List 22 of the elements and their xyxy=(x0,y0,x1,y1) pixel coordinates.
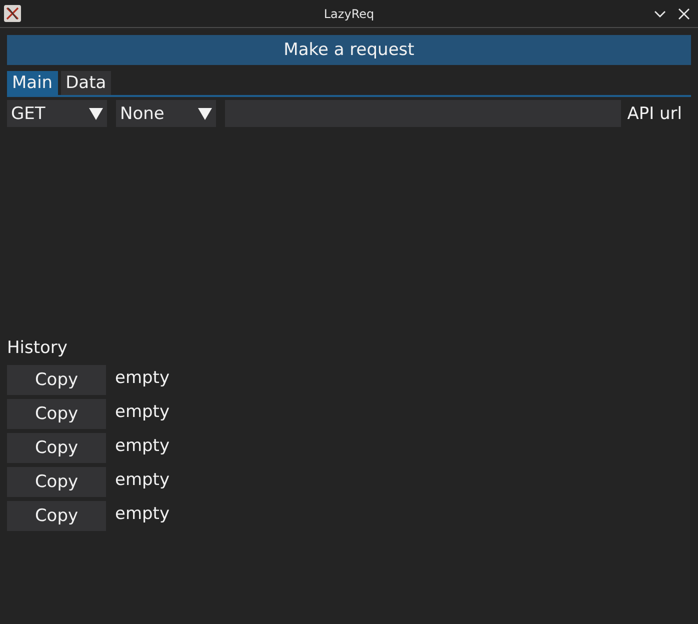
url-label: API url xyxy=(627,104,682,124)
copy-button[interactable]: Copy xyxy=(7,365,106,395)
auth-dropdown[interactable]: None xyxy=(116,100,216,127)
method-dropdown[interactable]: GET xyxy=(7,100,107,127)
copy-button[interactable]: Copy xyxy=(7,399,106,429)
history-heading: History xyxy=(7,337,68,359)
dropdown-caret-icon xyxy=(89,108,103,120)
close-icon[interactable] xyxy=(678,8,690,20)
history-entry-text: empty xyxy=(115,401,170,424)
tab[interactable]: Main xyxy=(7,71,58,95)
history-entry-text: empty xyxy=(115,367,170,390)
tab[interactable]: Data xyxy=(60,71,112,95)
copy-button[interactable]: Copy xyxy=(7,433,106,463)
window-title: LazyReq xyxy=(324,6,374,20)
history-entry-text: empty xyxy=(115,435,170,458)
history-entry-text: empty xyxy=(115,469,170,492)
make-request-button[interactable]: Make a request xyxy=(7,35,691,65)
dropdown-caret-icon xyxy=(198,108,212,120)
app-icon xyxy=(4,5,21,22)
copy-button[interactable]: Copy xyxy=(7,467,106,497)
copy-button[interactable]: Copy xyxy=(7,501,106,531)
history-entry-text: empty xyxy=(115,503,170,526)
